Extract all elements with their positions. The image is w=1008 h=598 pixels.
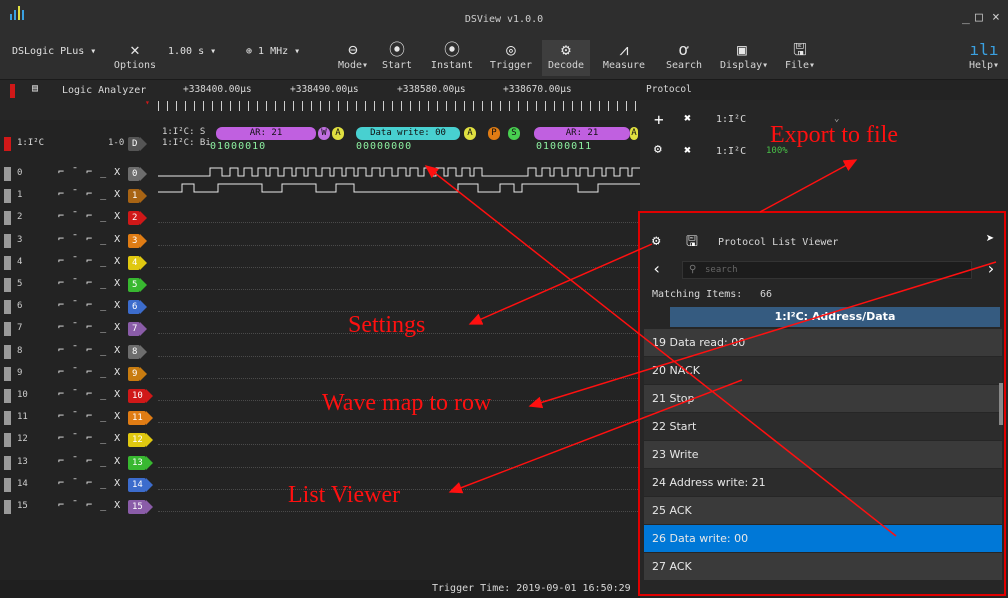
- annotation-export: Export to file: [770, 122, 898, 148]
- annotation-wavemap: Wave map to row: [322, 390, 492, 416]
- annotation-arrows: [424, 159, 997, 537]
- annotation-listviewer: List Viewer: [288, 482, 401, 508]
- annotation-settings: Settings: [348, 312, 426, 338]
- dsview-window: DSView v1.0.0 _ □ × DSLogic PLus ▾ ✕ Opti…: [0, 0, 1008, 598]
